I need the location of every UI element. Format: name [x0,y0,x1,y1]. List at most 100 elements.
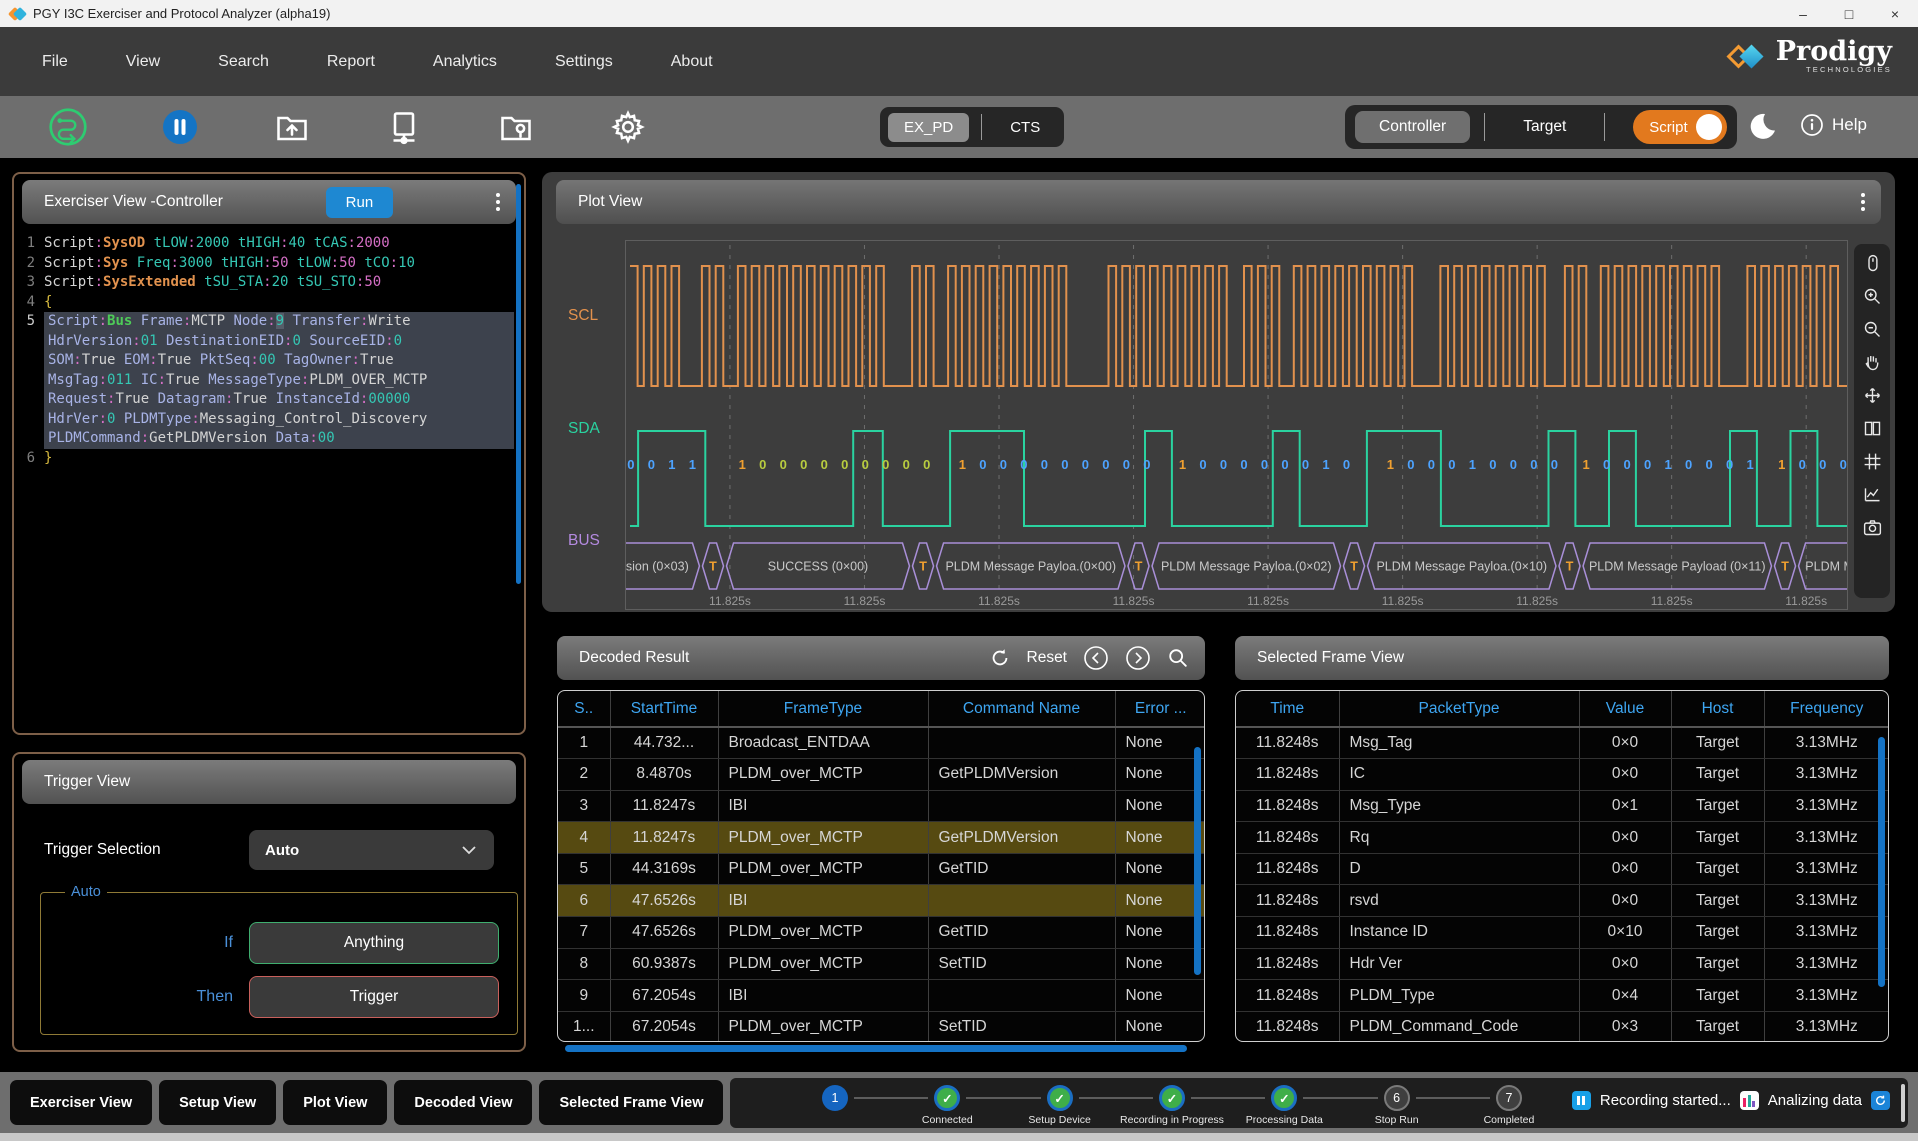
mode-ex-pd[interactable]: EX_PD [888,113,969,142]
move-icon[interactable] [1859,382,1885,408]
column-header[interactable]: FrameType [718,691,928,727]
help-button[interactable]: Help [1800,113,1867,137]
search-icon[interactable] [1167,647,1189,669]
column-header[interactable]: S.. [558,691,610,727]
minimize-button[interactable]: – [1780,6,1826,22]
script-toggle[interactable]: Script [1633,110,1726,144]
table-row[interactable]: 860.9387sPLDM_over_MCTPSetTIDNone [558,948,1205,980]
menu-item-settings[interactable]: Settings [555,53,613,71]
if-condition-button[interactable]: Anything [249,922,499,964]
table-row[interactable]: 647.6526sIBINone [558,885,1205,917]
table-row[interactable]: 967.2054sIBINone [558,980,1205,1012]
table-row[interactable]: 11.8248sInstance ID0×10Target3.13MHz [1236,917,1889,949]
bus-frame[interactable]: PLDM Message Payload (0×11) [1583,543,1771,589]
role-target[interactable]: Target [1499,111,1590,143]
reset-label[interactable]: Reset [1027,649,1068,667]
bus-frame[interactable]: PLDM Message Payloa.(0×00) [937,543,1125,589]
menu-item-view[interactable]: View [126,53,160,71]
bus-frame[interactable]: T [702,543,723,589]
column-header[interactable]: Frequency [1764,691,1889,727]
role-controller[interactable]: Controller [1355,111,1470,143]
bus-frame[interactable]: PLDM Message Payloa.(0×02) [1152,543,1340,589]
table-row[interactable]: 411.8247sPLDM_over_MCTPGetPLDMVersionNon… [558,822,1205,854]
table-row[interactable]: 11.8248sIC0×0Target3.13MHz [1236,759,1889,791]
table-row[interactable]: 11.8248srsvd0×0Target3.13MHz [1236,885,1889,917]
table-row[interactable]: 11.8248sHdr Ver0×0Target3.13MHz [1236,948,1889,980]
folder-location-icon[interactable] [496,107,536,147]
bus-frame[interactable]: T [1128,543,1149,589]
column-header[interactable]: Value [1579,691,1671,727]
bus-frame[interactable]: T [1343,543,1364,589]
then-action-button[interactable]: Trigger [249,976,499,1018]
table-row[interactable]: 11.8248sPLDM_Command_Code0×3Target3.13MH… [1236,1011,1889,1042]
zoom-in-icon[interactable] [1859,283,1885,309]
camera-snapshot-icon[interactable] [1859,514,1885,540]
zoom-out-icon[interactable] [1859,316,1885,342]
menu-item-report[interactable]: Report [327,53,375,71]
device-monitor-icon[interactable] [384,107,424,147]
hand-pan-icon[interactable] [1859,349,1885,375]
mouse-icon[interactable] [1859,250,1885,276]
grid-icon[interactable] [1859,448,1885,474]
bus-frame[interactable]: T [912,543,933,589]
flow-run-icon[interactable] [48,107,88,147]
column-header[interactable]: Time [1236,691,1339,727]
close-button[interactable]: × [1872,6,1918,22]
bus-frame[interactable]: PLDM Messag [1799,543,1848,589]
table-row[interactable]: 11.8248sMsg_Tag0×0Target3.13MHz [1236,727,1889,759]
run-button[interactable]: Run [326,187,394,218]
menu-item-search[interactable]: Search [218,53,269,71]
column-header[interactable]: PacketType [1339,691,1579,727]
trigger-selection-dropdown[interactable]: Auto [249,830,494,870]
table-row[interactable]: 11.8248sD0×0Target3.13MHz [1236,853,1889,885]
column-header[interactable]: Command Name [928,691,1115,727]
selected-frame-vertical-scrollbar[interactable] [1878,737,1885,987]
plot-kebab-menu-icon[interactable] [1861,193,1865,211]
table-row[interactable]: 1...67.2054sPLDM_over_MCTPSetTIDNone [558,1011,1205,1042]
trend-chart-icon[interactable] [1859,481,1885,507]
script-editor[interactable]: 1Script:SysOD tLOW:2000 tHIGH:40 tCAS:20… [14,234,524,468]
dock-scrollbar[interactable] [1901,1084,1905,1122]
compare-columns-icon[interactable] [1859,415,1885,441]
pause-icon[interactable] [160,107,200,147]
code-token: SOM [48,352,73,368]
table-row[interactable]: 11.8248sMsg_Type0×1Target3.13MHz [1236,790,1889,822]
table-row[interactable]: 144.732...Broadcast_ENTDAANone [558,727,1205,759]
table-cell: Target [1671,727,1764,759]
exerciser-kebab-menu-icon[interactable] [496,193,500,211]
tab-plot-view[interactable]: Plot View [283,1080,387,1125]
waveform-canvas[interactable]: 11.825s11.825s11.825s11.825s11.825s11.82… [625,240,1848,610]
bus-frame[interactable]: SUCCESS (0×00) [727,543,910,589]
tab-exerciser-view[interactable]: Exerciser View [10,1080,152,1125]
maximize-button[interactable]: □ [1826,6,1872,22]
table-row[interactable]: 747.6526sPLDM_over_MCTPGetTIDNone [558,917,1205,949]
bus-frame[interactable]: T [1774,543,1795,589]
table-row[interactable]: 11.8248sRq0×0Target3.13MHz [1236,822,1889,854]
editor-scrollbar[interactable] [516,184,521,584]
decoded-horizontal-scrollbar[interactable] [565,1045,1187,1052]
column-header[interactable]: Error ... [1115,691,1205,727]
settings-gear-icon[interactable] [608,107,648,147]
bus-frame[interactable]: T [1559,543,1580,589]
menu-item-about[interactable]: About [671,53,713,71]
bus-frame[interactable]: ersion (0×03) [626,543,699,589]
tab-selected-frame-view[interactable]: Selected Frame View [539,1080,723,1125]
table-row[interactable]: 311.8247sIBINone [558,790,1205,822]
bus-frame[interactable]: PLDM Message Payloa.(0×10) [1368,543,1556,589]
prev-arrow-icon[interactable] [1083,645,1109,671]
tab-decoded-view[interactable]: Decoded View [394,1080,532,1125]
mode-cts[interactable]: CTS [994,113,1056,142]
dark-mode-moon-icon[interactable] [1748,111,1778,146]
table-row[interactable]: 544.3169sPLDM_over_MCTPGetTIDNone [558,853,1205,885]
table-row[interactable]: 28.4870sPLDM_over_MCTPGetPLDMVersionNone [558,759,1205,791]
menu-item-file[interactable]: File [42,53,68,71]
column-header[interactable]: StartTime [610,691,718,727]
menu-item-analytics[interactable]: Analytics [433,53,497,71]
refresh-icon[interactable] [989,647,1011,669]
decoded-vertical-scrollbar[interactable] [1194,747,1201,975]
tab-setup-view[interactable]: Setup View [159,1080,276,1125]
table-row[interactable]: 11.8248sPLDM_Type0×4Target3.13MHz [1236,980,1889,1012]
next-arrow-icon[interactable] [1125,645,1151,671]
column-header[interactable]: Host [1671,691,1764,727]
folder-export-icon[interactable] [272,107,312,147]
